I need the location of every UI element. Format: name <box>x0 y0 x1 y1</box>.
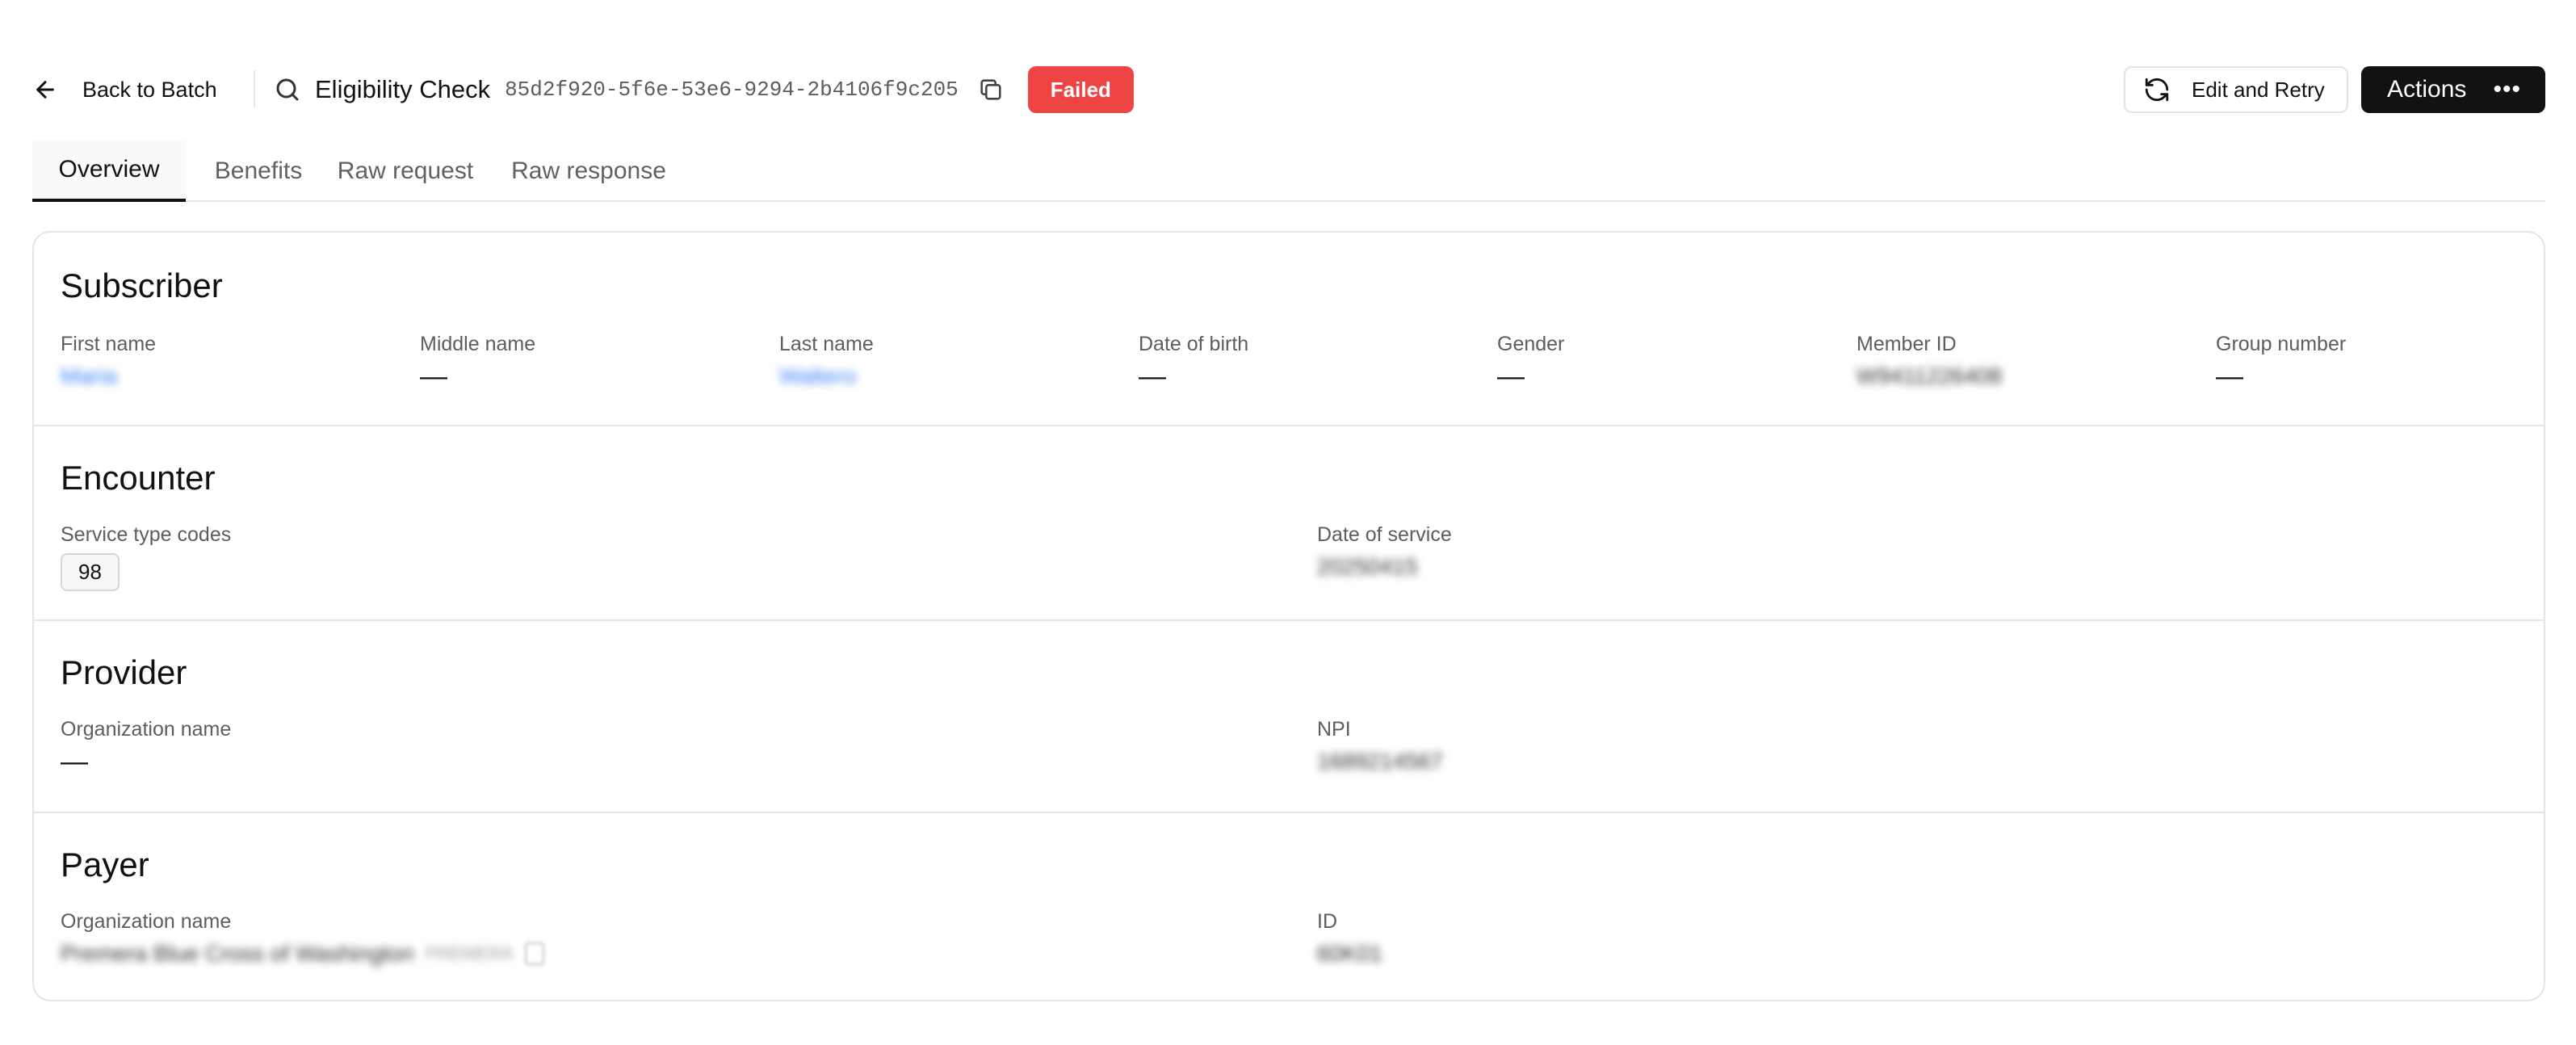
copy-icon[interactable] <box>524 942 544 965</box>
last-name-field: Last name Waltero <box>779 333 874 390</box>
tab-bar: Overview Benefits Raw request Raw respon… <box>32 141 2545 202</box>
payer-organization-value: Premera Blue Cross of Washington <box>61 941 414 966</box>
date-of-birth-value: — <box>1139 361 1166 392</box>
middle-name-value: — <box>420 361 447 392</box>
payer-organization-line: Premera Blue Cross of Washington PREMERA <box>61 940 544 967</box>
header-divider <box>254 70 255 107</box>
field-label: Date of service <box>1317 523 1452 546</box>
tab-raw-request[interactable]: Raw request <box>333 141 478 202</box>
field-label: Member ID <box>1856 333 1957 355</box>
actions-button[interactable]: Actions ••• <box>2361 66 2545 113</box>
payer-id-value: 60K01 <box>1317 941 1382 966</box>
copy-id-button[interactable] <box>975 73 1007 106</box>
middle-name-field: Middle name — <box>420 333 535 390</box>
member-id-field: Member ID W9411226408 <box>1856 333 2002 390</box>
member-id-value: W9411226408 <box>1856 363 2003 388</box>
field-label: NPI <box>1317 718 1351 741</box>
date-of-service-field: Date of service 20250415 <box>1317 523 1452 581</box>
tab-raw-response[interactable]: Raw response <box>504 141 673 202</box>
edit-and-retry-button[interactable]: Edit and Retry <box>2124 66 2348 113</box>
npi-field: NPI 1689214567 <box>1317 718 1443 775</box>
field-label: Organization name <box>61 718 232 741</box>
copy-icon <box>980 79 1001 100</box>
provider-organization-field: Organization name — <box>61 718 231 775</box>
gender-field: Gender — <box>1497 333 1564 390</box>
npi-value: 1689214567 <box>1317 749 1443 774</box>
payer-organization-field: Organization name Premera Blue Cross of … <box>61 910 544 967</box>
date-of-service-value: 20250415 <box>1317 554 1418 579</box>
header-bar: Back to Batch Eligibility Check 85d2f920… <box>32 66 2545 113</box>
subscriber-title: Subscriber <box>61 266 223 304</box>
actions-label: Actions <box>2387 76 2467 103</box>
payer-section: Payer Organization name Premera Blue Cro… <box>34 813 2544 1000</box>
details-card: Subscriber First name Maria Middle name … <box>32 231 2545 1001</box>
field-label: Service type codes <box>61 523 232 546</box>
search-icon <box>276 78 299 101</box>
tab-overview[interactable]: Overview <box>32 141 186 202</box>
field-label: Organization name <box>61 910 232 933</box>
provider-organization-value: — <box>61 746 88 777</box>
field-label: First name <box>61 333 157 355</box>
group-number-field: Group number — <box>2216 333 2346 390</box>
subscriber-section: Subscriber First name Maria Middle name … <box>34 233 2544 426</box>
payer-id-field: ID 60K01 <box>1317 910 1382 967</box>
back-to-batch-label: Back to Batch <box>82 77 217 102</box>
service-type-codes-field: Service type codes 98 <box>61 523 231 591</box>
field-label: Date of birth <box>1139 333 1249 355</box>
payer-organization-code: PREMERA <box>425 943 514 963</box>
field-label: Last name <box>779 333 874 355</box>
refresh-icon <box>2145 78 2169 102</box>
field-label: ID <box>1317 910 1337 933</box>
more-horizontal-icon: ••• <box>2493 76 2521 103</box>
field-label: Group number <box>2216 333 2347 355</box>
group-number-value: — <box>2216 361 2243 392</box>
status-badge: Failed <box>1027 66 1134 113</box>
provider-section: Provider Organization name — NPI 1689214… <box>34 621 2544 813</box>
gender-value: — <box>1497 361 1525 392</box>
encounter-title: Encounter <box>61 459 216 497</box>
encounter-section: Encounter Service type codes 98 Date of … <box>34 426 2544 621</box>
check-id: 85d2f920-5f6e-53e6-9294-2b4106f9c205 <box>505 78 959 102</box>
tab-benefits[interactable]: Benefits <box>212 141 305 202</box>
service-type-code-tag: 98 <box>61 553 120 591</box>
last-name-value: Waltero <box>779 363 857 388</box>
field-label: Middle name <box>420 333 536 355</box>
back-to-batch-button[interactable]: Back to Batch <box>32 66 217 113</box>
title-group: Eligibility Check 85d2f920-5f6e-53e6-929… <box>273 66 1134 113</box>
first-name-field: First name Maria <box>61 333 156 390</box>
first-name-value: Maria <box>61 363 118 388</box>
arrow-left-icon <box>36 81 54 99</box>
page-title: Eligibility Check <box>315 75 491 103</box>
edit-and-retry-label: Edit and Retry <box>2192 77 2325 102</box>
field-label: Gender <box>1497 333 1565 355</box>
payer-title: Payer <box>61 846 149 883</box>
provider-title: Provider <box>61 653 187 691</box>
date-of-birth-field: Date of birth — <box>1139 333 1248 390</box>
